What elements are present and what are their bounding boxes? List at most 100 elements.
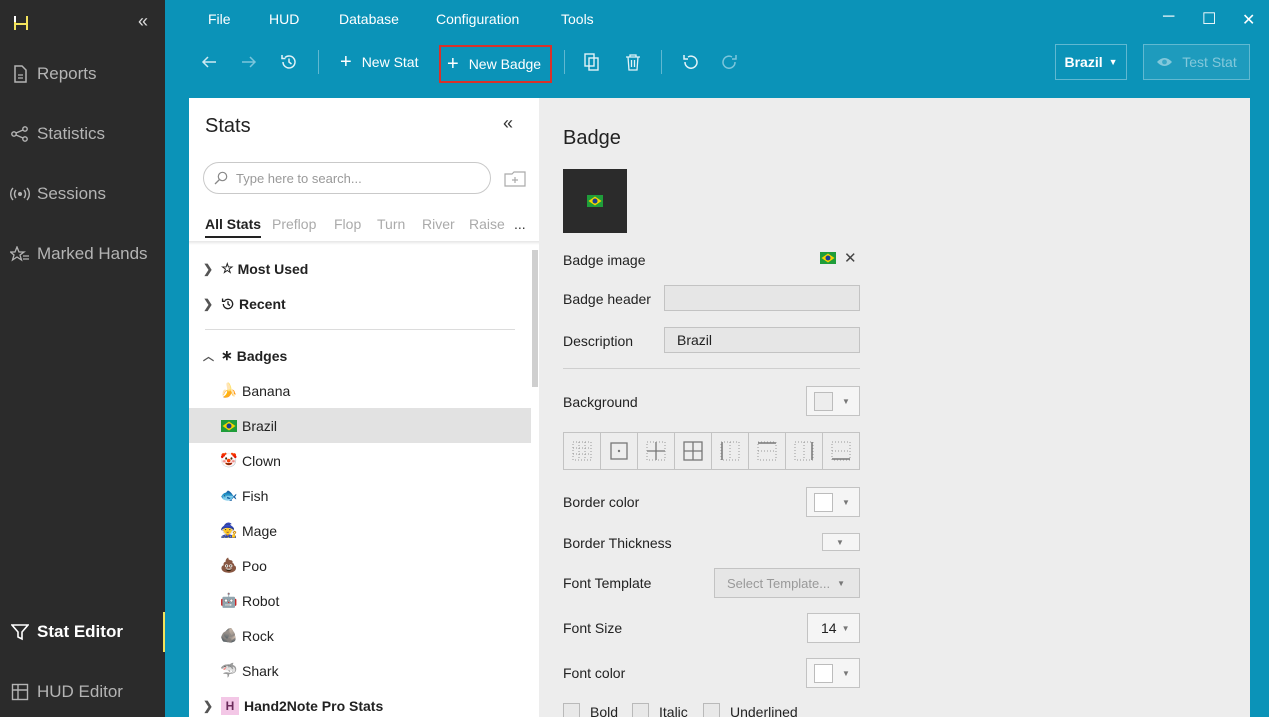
font-template-dropdown[interactable]: Select Template... ▼ <box>714 568 860 598</box>
badge-item-fish[interactable]: 🐟 Fish <box>189 478 531 513</box>
badge-item-robot[interactable]: 🤖 Robot <box>189 583 531 618</box>
sidebar-item-label: Statistics <box>37 124 106 143</box>
menu-configuration[interactable]: Configuration <box>436 11 519 27</box>
tree-group-badges[interactable]: ︿ ∗ Badges <box>189 338 531 373</box>
tree-group-recent[interactable]: ❯ Recent <box>189 286 531 321</box>
badge-item-mage[interactable]: 🧙 Mage <box>189 513 531 548</box>
pattern-top-border-icon[interactable] <box>749 433 786 469</box>
menu-database[interactable]: Database <box>339 11 399 27</box>
background-label: Background <box>563 394 638 410</box>
font-color-dropdown[interactable]: ▼ <box>806 658 860 688</box>
undo-icon[interactable] <box>680 52 700 72</box>
tab-preflop[interactable]: Preflop <box>272 216 316 232</box>
checkbox-box <box>563 703 580 717</box>
new-stat-button[interactable]: + New Stat <box>340 46 419 78</box>
badge-item-label: Fish <box>242 487 269 504</box>
tab-turn[interactable]: Turn <box>377 216 405 232</box>
back-arrow-icon[interactable] <box>199 52 219 72</box>
badge-header-input[interactable] <box>664 285 860 311</box>
minimize-button[interactable]: ─ <box>1163 8 1174 26</box>
rock-icon: 🪨 <box>220 627 238 643</box>
tree-group-pro-stats[interactable]: ❯ H Hand2Note Pro Stats <box>189 688 531 717</box>
sidebar-item-sessions[interactable]: Sessions <box>0 174 165 214</box>
tab-river[interactable]: River <box>422 216 455 232</box>
underlined-checkbox[interactable]: Underlined <box>703 703 798 717</box>
scrollbar[interactable] <box>532 250 538 387</box>
app-logo-icon <box>14 16 28 30</box>
pattern-bottom-border-icon[interactable] <box>823 433 859 469</box>
sidebar-item-label: Sessions <box>37 184 106 203</box>
badge-item-banana[interactable]: 🍌 Banana <box>189 373 531 408</box>
tab-more[interactable]: ... <box>514 216 526 232</box>
badge-preview <box>563 169 627 233</box>
pattern-all-borders-icon[interactable] <box>675 433 712 469</box>
chevron-right-icon: ❯ <box>203 261 214 276</box>
remove-image-button[interactable]: ✕ <box>844 249 857 267</box>
sidebar-item-reports[interactable]: Reports <box>0 54 165 94</box>
font-size-dropdown[interactable]: 14 ▼ <box>807 613 860 643</box>
tree-group-label: Hand2Note Pro Stats <box>244 697 384 714</box>
sidebar-item-marked-hands[interactable]: Marked Hands <box>0 234 165 274</box>
country-select[interactable]: Brazil ▼ <box>1055 44 1127 80</box>
border-thickness-label: Border Thickness <box>563 535 672 551</box>
badge-item-label: Poo <box>242 557 267 574</box>
badge-item-shark[interactable]: 🦈 Shark <box>189 653 531 688</box>
menu-hud[interactable]: HUD <box>269 11 299 27</box>
menu-file[interactable]: File <box>208 11 231 27</box>
badge-item-label: Mage <box>242 522 278 539</box>
delete-icon[interactable] <box>623 52 643 72</box>
forward-arrow-icon[interactable] <box>239 52 259 72</box>
badge-image-picker[interactable] <box>820 252 836 264</box>
font-size-value: 14 <box>821 620 837 636</box>
badge-image-label: Badge image <box>563 252 646 268</box>
test-stat-button[interactable]: Test Stat <box>1143 44 1250 80</box>
border-color-label: Border color <box>563 494 640 510</box>
pattern-inner-cross-icon[interactable] <box>638 433 675 469</box>
sidebar-item-hud-editor[interactable]: HUD Editor <box>0 672 165 712</box>
redo-icon[interactable] <box>720 52 740 72</box>
robot-icon: 🤖 <box>220 592 238 608</box>
tab-all-stats[interactable]: All Stats <box>205 216 262 238</box>
border-color-dropdown[interactable]: ▼ <box>806 487 860 517</box>
tab-raise[interactable]: Raise <box>469 216 505 232</box>
pattern-right-border-icon[interactable] <box>786 433 823 469</box>
filter-icon <box>10 623 30 641</box>
tabs-divider <box>189 241 539 245</box>
search-placeholder: Type here to search... <box>236 170 362 186</box>
editor-divider <box>563 368 860 369</box>
pattern-dotted-full-icon[interactable] <box>564 433 601 469</box>
pattern-left-border-icon[interactable] <box>712 433 749 469</box>
tree-divider <box>205 329 515 330</box>
sidebar-item-label: Stat Editor <box>37 622 123 641</box>
checkbox-label: Underlined <box>730 703 798 717</box>
sidebar-item-statistics[interactable]: Statistics <box>0 114 165 154</box>
sessions-icon <box>10 187 30 201</box>
tree-group-most-used[interactable]: ❯ ☆ Most Used <box>189 251 531 286</box>
search-input[interactable]: Type here to search... <box>203 162 491 194</box>
stats-panel-collapse-button[interactable]: « <box>503 113 513 134</box>
new-badge-button[interactable]: + New Badge <box>439 45 553 83</box>
italic-checkbox[interactable]: Italic <box>632 703 688 717</box>
plus-icon: + <box>340 50 352 73</box>
add-folder-icon[interactable] <box>503 168 527 188</box>
bold-checkbox[interactable]: Bold <box>563 703 618 717</box>
background-color-dropdown[interactable]: ▼ <box>806 386 860 416</box>
chevron-down-icon: ▼ <box>836 537 844 547</box>
close-window-button[interactable]: ✕ <box>1242 10 1255 30</box>
menu-tools[interactable]: Tools <box>561 11 594 27</box>
badge-item-poo[interactable]: 💩 Poo <box>189 548 531 583</box>
badge-item-rock[interactable]: 🪨 Rock <box>189 618 531 653</box>
border-thickness-dropdown[interactable]: ▼ <box>822 533 860 551</box>
sidebar-item-stat-editor[interactable]: Stat Editor <box>0 612 165 652</box>
badge-item-brazil[interactable]: Brazil <box>189 408 531 443</box>
tab-flop[interactable]: Flop <box>334 216 361 232</box>
copy-icon[interactable] <box>582 52 602 72</box>
maximize-button[interactable]: ☐ <box>1202 9 1216 29</box>
chevron-down-icon: ▼ <box>842 497 850 507</box>
pattern-center-box-icon[interactable] <box>601 433 638 469</box>
sidebar-collapse-button[interactable]: « <box>138 11 148 32</box>
badge-item-clown[interactable]: 🤡 Clown <box>189 443 531 478</box>
asterisk-icon: ∗ <box>221 347 233 363</box>
description-input[interactable]: Brazil <box>664 327 860 353</box>
history-icon[interactable] <box>279 52 299 72</box>
